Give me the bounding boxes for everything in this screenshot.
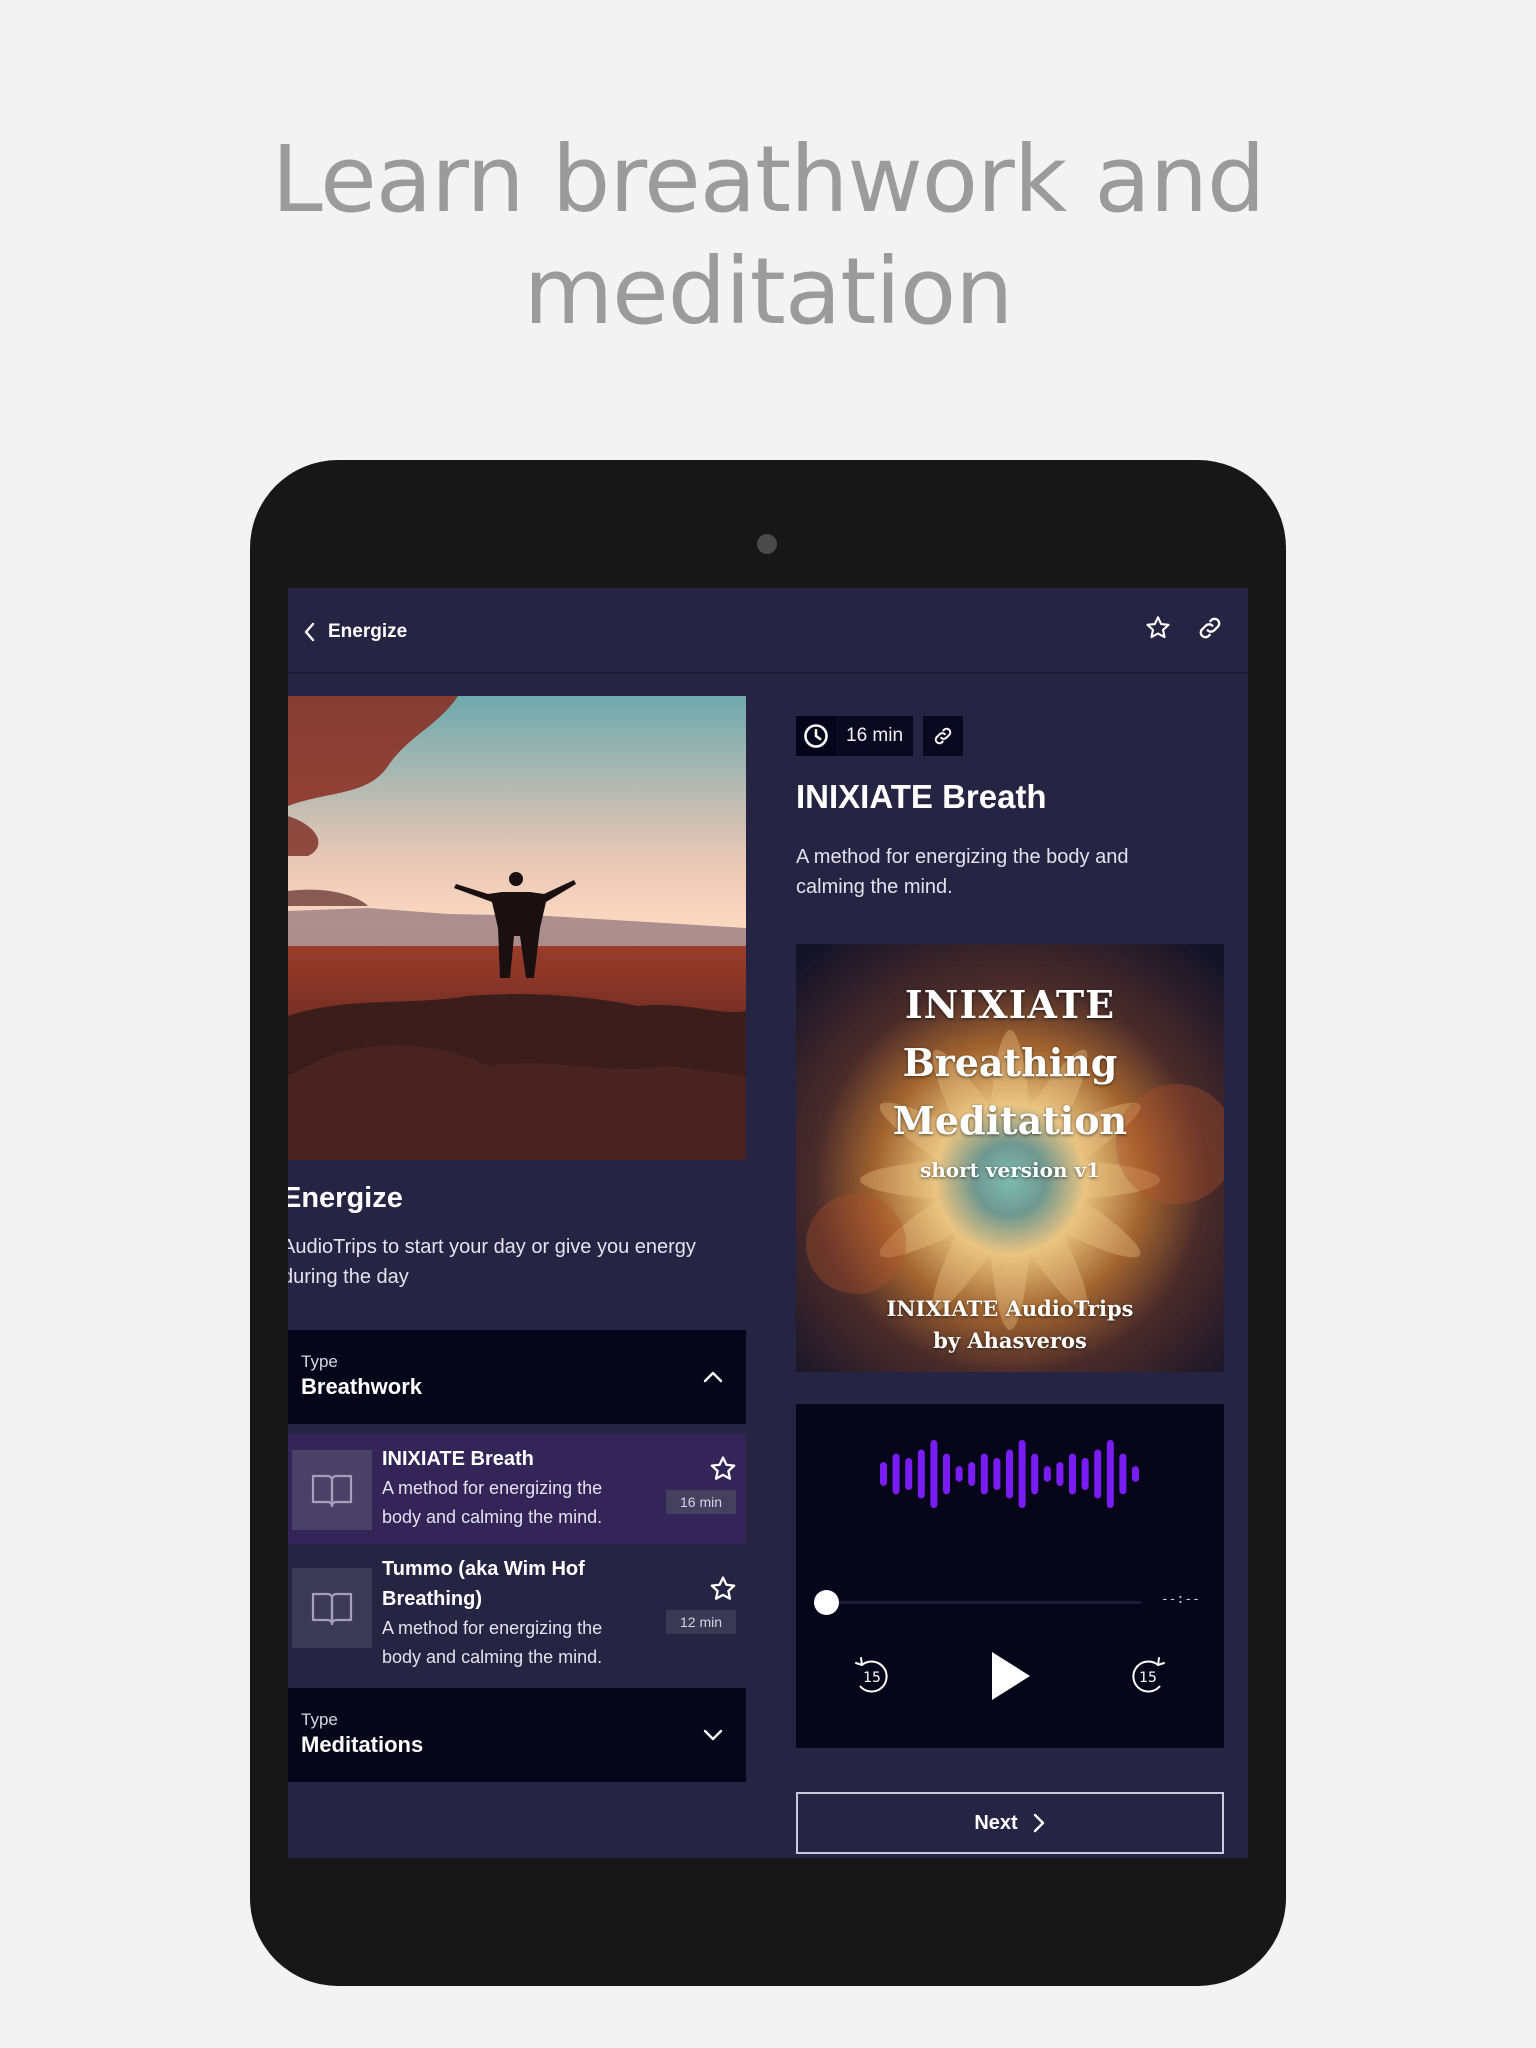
waveform-bar <box>1081 1458 1089 1490</box>
cover-line: Breathing <box>902 1040 1118 1085</box>
waveform-bar <box>1132 1466 1139 1482</box>
app-bar: Energize <box>288 588 1248 674</box>
next-button[interactable]: Next <box>796 1792 1224 1854</box>
track-description: A method for energizing the body and cal… <box>382 1478 603 1527</box>
play-button[interactable] <box>982 1648 1038 1704</box>
next-label: Next <box>974 1811 1018 1834</box>
track-item-inixiate-breath[interactable]: INIXIATE Breath A method for energizing … <box>288 1434 746 1544</box>
type-group-meditations[interactable]: Type Meditations <box>288 1688 746 1782</box>
copy-link-button[interactable] <box>923 716 964 756</box>
open-book-icon <box>311 1592 353 1626</box>
track-title: Tummo (aka Wim Hof Breathing) <box>382 1558 585 1610</box>
time-remaining: --:-- <box>1160 1592 1200 1607</box>
waveform-visualizer <box>880 1440 1139 1508</box>
star-outline-icon[interactable] <box>708 1454 738 1484</box>
star-outline-icon[interactable] <box>708 1574 738 1604</box>
chevron-down-icon <box>703 1729 723 1741</box>
forward-15-icon: 15 <box>1132 1657 1165 1693</box>
chevron-right-icon <box>1033 1813 1044 1833</box>
forward-15-button[interactable]: 15 <box>1120 1648 1176 1704</box>
track-thumbnail <box>292 1450 372 1530</box>
collection-description: AudioTrips to start your day or give you… <box>288 1236 696 1288</box>
track-description: A method for energizing the body and cal… <box>382 1618 603 1667</box>
track-detail-description: A method for energizing the body and cal… <box>796 846 1129 898</box>
type-value: Meditations <box>301 1732 424 1757</box>
duration-text: 16 min <box>846 725 904 746</box>
waveform-bar <box>1006 1449 1013 1499</box>
waveform-bar <box>905 1458 913 1490</box>
share-link-button[interactable] <box>1194 608 1226 648</box>
collection-hero-image <box>288 696 746 1160</box>
waveform-bar <box>993 1458 1001 1490</box>
seek-thumb[interactable] <box>814 1590 839 1615</box>
waveform-bar <box>980 1453 988 1495</box>
link-icon <box>1199 617 1221 639</box>
waveform-bar <box>880 1462 887 1486</box>
track-detail-title: INIXIATE Breath <box>796 778 1047 815</box>
app-screen: Energize Energize AudioTrips to start yo… <box>288 588 1248 1858</box>
cover-line: INIXIATE AudioTrips <box>886 1296 1134 1321</box>
chevron-left-icon <box>304 622 315 642</box>
waveform-bar <box>1106 1440 1114 1508</box>
chevron-up-icon <box>703 1371 723 1383</box>
headline-line-1: Learn breathwork and <box>271 126 1266 233</box>
rewind-15-button[interactable]: 15 <box>844 1648 900 1704</box>
waveform-bar <box>1119 1453 1127 1495</box>
track-thumbnail <box>292 1568 372 1648</box>
clock-icon <box>804 724 828 748</box>
waveform-bar <box>917 1449 925 1499</box>
type-group-breathwork[interactable]: Type Breathwork <box>288 1330 746 1424</box>
waveform-bar <box>943 1453 950 1495</box>
svg-text:15: 15 <box>1139 1670 1157 1686</box>
audio-player: --:-- 15 15 <box>796 1404 1224 1748</box>
rewind-15-icon: 15 <box>855 1657 888 1693</box>
waveform-bar <box>1094 1449 1102 1499</box>
favorite-button[interactable] <box>1142 608 1174 648</box>
track-duration-badge: 12 min <box>666 1610 736 1634</box>
svg-text:15: 15 <box>863 1670 881 1686</box>
seek-rail <box>826 1601 1142 1604</box>
waveform-bar <box>1031 1453 1039 1495</box>
play-icon <box>992 1652 1030 1700</box>
cover-line: Meditation <box>892 1098 1128 1143</box>
type-label: Type <box>301 1710 338 1729</box>
link-icon <box>934 727 952 745</box>
type-value: Breathwork <box>301 1374 423 1399</box>
waveform-bar <box>955 1466 963 1482</box>
cover-line: by Ahasveros <box>933 1328 1087 1353</box>
collection-title: Energize <box>288 1182 403 1214</box>
waveform-bar <box>968 1462 976 1486</box>
track-item-tummo[interactable]: Tummo (aka Wim Hof Breathing) A method f… <box>288 1548 746 1678</box>
cover-line: short version v1 <box>920 1158 1100 1182</box>
star-outline-icon <box>1146 616 1170 639</box>
front-camera <box>757 534 777 554</box>
waveform-bar <box>1043 1466 1051 1482</box>
cover-line: INIXIATE <box>904 982 1116 1027</box>
back-label: Energize <box>328 621 408 642</box>
type-label: Type <box>301 1352 338 1371</box>
back-button[interactable]: Energize <box>302 612 412 652</box>
waveform-bar <box>1056 1462 1064 1486</box>
open-book-icon <box>311 1474 353 1508</box>
marketing-headline: Learn breathwork and meditation <box>0 124 1536 348</box>
cover-title-text: INIXIATE Breathing Meditation short vers… <box>796 944 1224 1372</box>
track-duration-badge: 16 min <box>666 1490 736 1514</box>
seek-slider[interactable] <box>814 1590 1154 1615</box>
waveform-bar <box>930 1440 938 1508</box>
track-title: INIXIATE Breath <box>382 1448 534 1470</box>
album-cover-art: INIXIATE Breathing Meditation short vers… <box>796 944 1224 1372</box>
waveform-bar <box>1018 1440 1026 1508</box>
duration-chip: 16 min <box>796 716 914 756</box>
headline-line-2: meditation <box>523 238 1014 345</box>
waveform-bar <box>1069 1453 1076 1495</box>
waveform-bar <box>892 1453 900 1495</box>
